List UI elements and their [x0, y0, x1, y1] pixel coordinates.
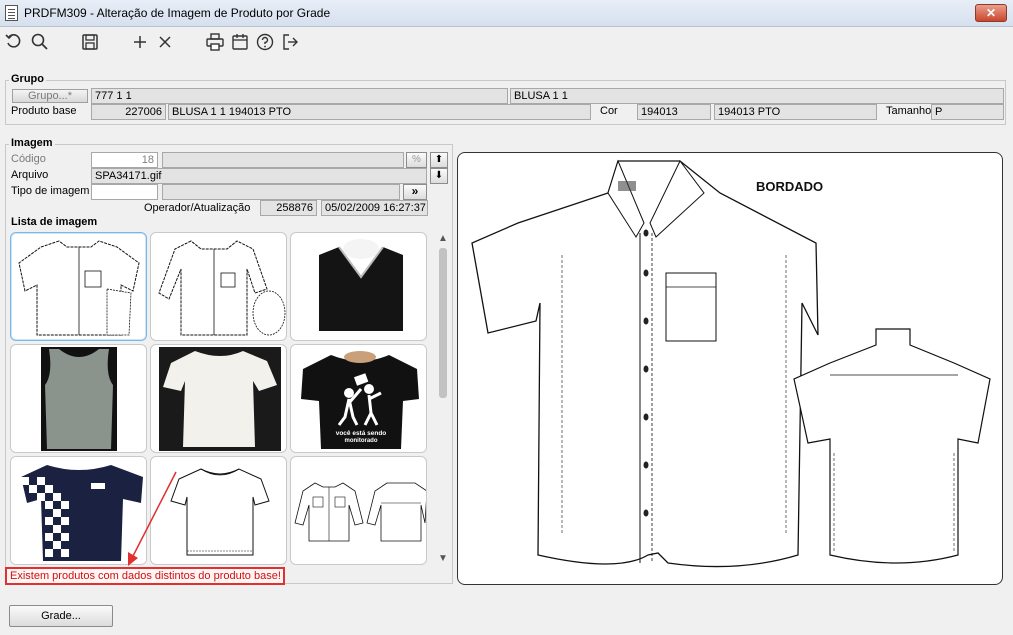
codigo-desc-field	[162, 152, 404, 168]
add-icon[interactable]	[130, 32, 152, 54]
operador-field: 258876	[260, 200, 317, 216]
annotation-arrow-icon	[128, 471, 177, 566]
print-text-line-2: monitorado	[345, 438, 378, 444]
arquivo-label: Arquivo	[11, 169, 49, 181]
image-list: você está sendo monitorado	[9, 231, 429, 567]
produto-base-code-field[interactable]: 227006	[91, 104, 166, 120]
move-down-button[interactable]: ⬇	[430, 168, 448, 184]
thumb-black-tshirt-print[interactable]: você está sendo monitorado	[290, 344, 427, 453]
cor-label: Cor	[600, 105, 618, 117]
thumb-shirt-sketch-front[interactable]	[10, 232, 147, 341]
atualizacao-field: 05/02/2009 16:27:37	[321, 200, 428, 216]
cor-code-field[interactable]: 194013	[637, 104, 711, 120]
grupo-desc-field: BLUSA 1 1	[510, 88, 1004, 104]
search-icon[interactable]	[30, 32, 52, 54]
thumb-shirt-sketch-long[interactable]	[150, 232, 287, 341]
codigo-label: Código	[11, 153, 46, 165]
cor-desc-field: 194013 PTO	[714, 104, 877, 120]
bordado-label: BORDADO	[756, 179, 823, 194]
grade-button[interactable]: Grade...	[9, 605, 113, 627]
title-bar: PRDFM309 - Alteração de Imagem de Produt…	[0, 0, 1013, 27]
produto-base-desc-field: BLUSA 1 1 194013 PTO	[168, 104, 591, 120]
help-icon[interactable]	[255, 32, 277, 54]
undo-icon[interactable]	[4, 32, 26, 54]
produto-base-label: Produto base	[11, 105, 77, 117]
scroll-down-icon[interactable]: ▼	[438, 554, 448, 564]
thumb-white-tshirt[interactable]	[150, 344, 287, 453]
move-up-button[interactable]: ⬆	[430, 152, 448, 168]
exit-icon[interactable]	[280, 32, 302, 54]
imagem-legend: Imagem	[9, 137, 55, 149]
operador-label: Operador/Atualização	[144, 202, 251, 214]
tipo-imagem-lookup-button[interactable]: »	[403, 184, 427, 200]
tipo-imagem-label: Tipo de imagem	[11, 185, 90, 197]
grupo-button[interactable]: Grupo...*	[12, 89, 88, 103]
arquivo-field[interactable]: SPA34171.gif	[91, 168, 427, 184]
toolbar	[0, 28, 1013, 58]
image-list-scrollbar[interactable]: ▲ ▼	[436, 232, 451, 567]
warning-message: Existem produtos com dados distintos do …	[5, 567, 285, 585]
image-preview: BORDADO	[457, 152, 1003, 585]
lista-imagem-legend: Lista de imagem	[9, 216, 100, 228]
clear-button[interactable]: %	[406, 152, 427, 168]
calendar-icon[interactable]	[230, 32, 252, 54]
save-icon[interactable]	[80, 32, 102, 54]
print-text-line-1: você está sendo	[336, 430, 387, 437]
codigo-field[interactable]: 18	[91, 152, 158, 168]
tamanho-field[interactable]: P	[931, 104, 1004, 120]
grupo-code-field[interactable]: 777 1 1	[91, 88, 508, 104]
window-title: PRDFM309 - Alteração de Imagem de Produt…	[24, 6, 331, 20]
close-button[interactable]: ✕	[975, 4, 1007, 22]
grupo-legend: Grupo	[9, 73, 46, 85]
document-icon	[5, 5, 18, 21]
tipo-imagem-field[interactable]	[91, 184, 158, 200]
thumb-black-vneck-sweater[interactable]	[290, 232, 427, 341]
tipo-imagem-desc-field	[162, 184, 400, 200]
thumb-gray-tank-top[interactable]	[10, 344, 147, 453]
tamanho-label: Tamanho	[886, 105, 932, 117]
scroll-up-icon[interactable]: ▲	[438, 234, 448, 244]
delete-icon[interactable]	[155, 32, 177, 54]
thumb-long-sleeve-sketch[interactable]	[290, 456, 427, 565]
scrollbar-thumb[interactable]	[439, 248, 447, 398]
print-icon[interactable]	[205, 32, 227, 54]
